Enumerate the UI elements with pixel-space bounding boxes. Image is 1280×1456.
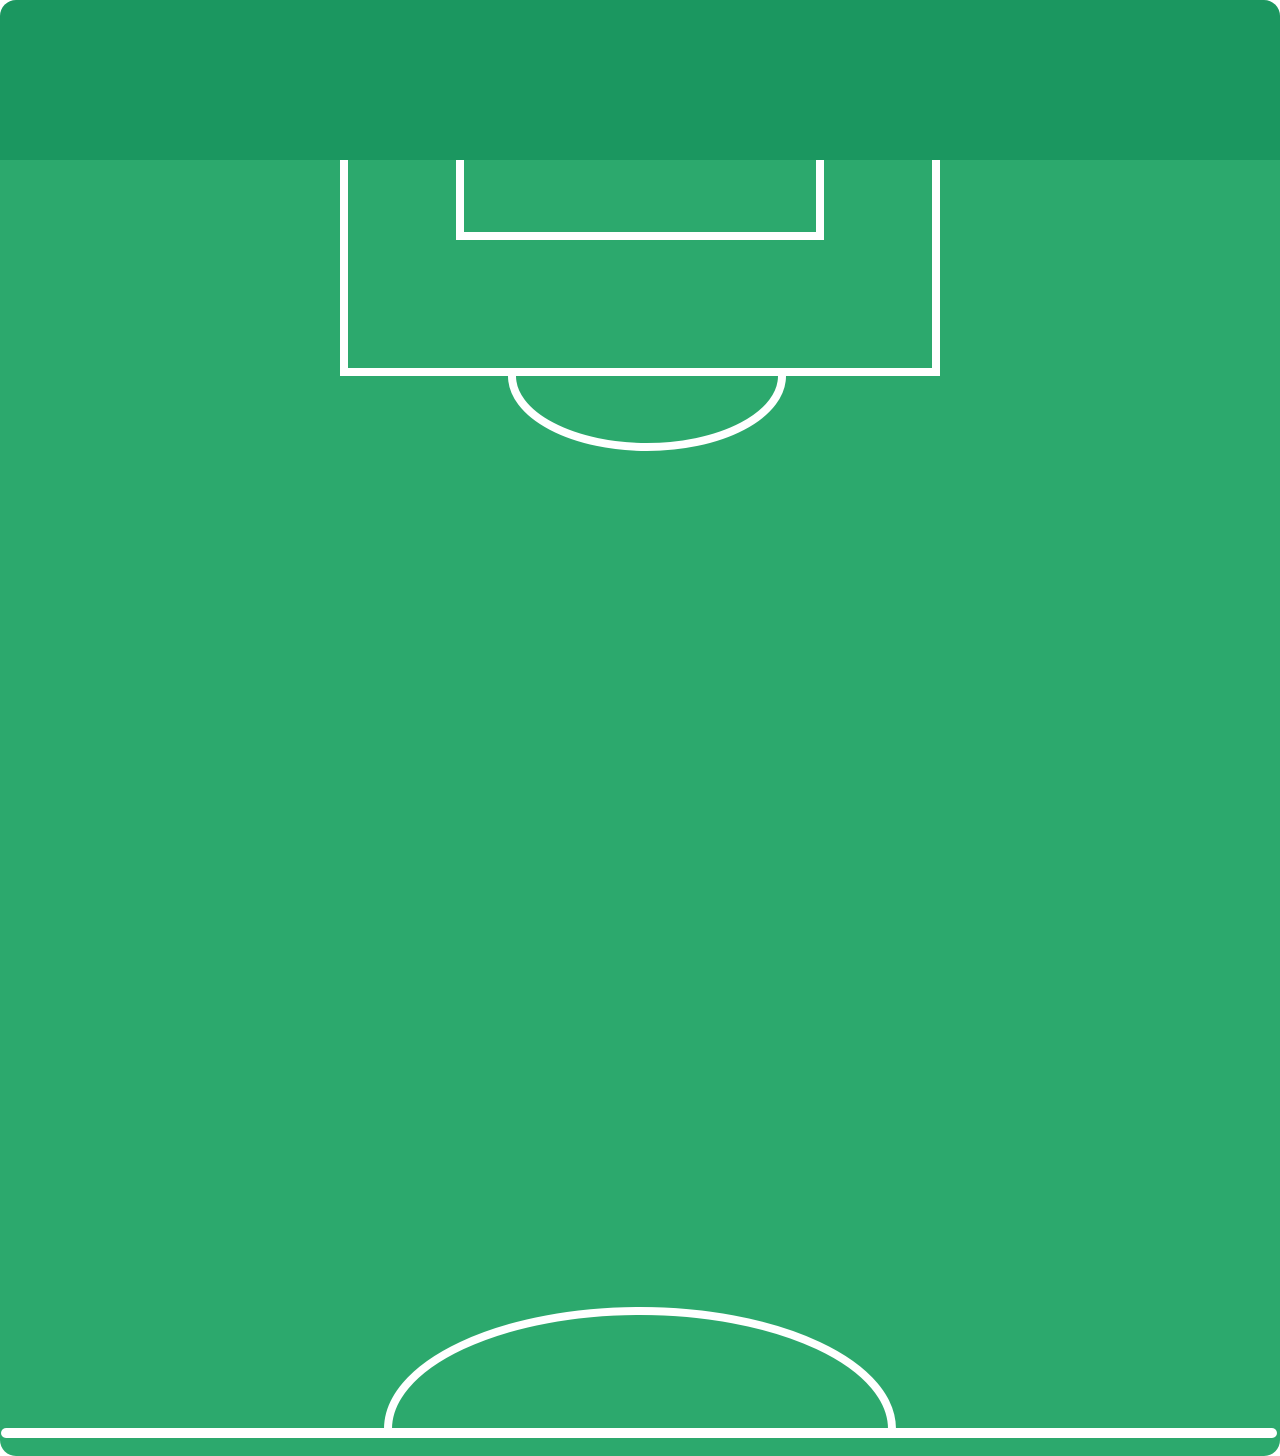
penalty-box: [340, 160, 940, 376]
pitch-markings: [1, 160, 1277, 1438]
center-circle: [384, 1307, 896, 1430]
football-pitch-card: [0, 0, 1280, 1456]
goal-area: [456, 160, 824, 240]
penalty-arc: [508, 375, 786, 451]
